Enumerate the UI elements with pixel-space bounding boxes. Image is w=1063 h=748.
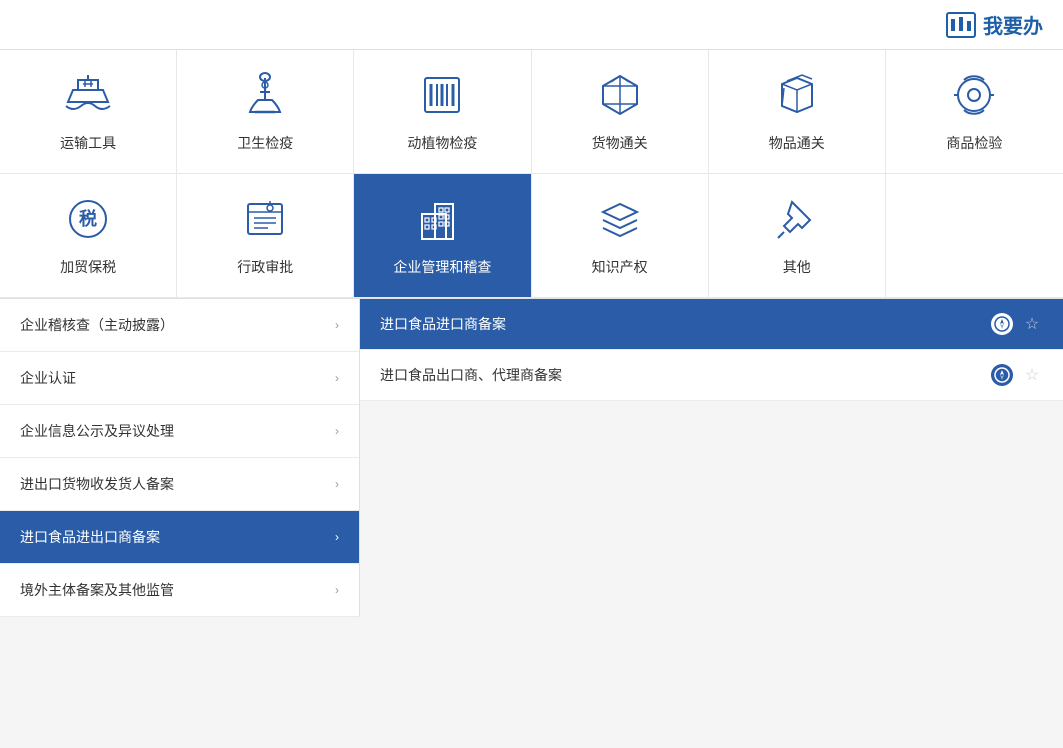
compass-icon-1[interactable] bbox=[991, 313, 1013, 335]
top-grid: 运输工具 卫生检疫 动植物检疫 bbox=[0, 50, 1063, 299]
transport-label: 运输工具 bbox=[60, 133, 116, 153]
tax-icon: 税 bbox=[63, 194, 113, 247]
menu-item-overseas[interactable]: 境外主体备案及其他监管 › bbox=[0, 564, 359, 617]
right-content: 进口食品进口商备案 ☆ 进口食品出口商、代理商备案 bbox=[360, 299, 1063, 617]
grid-cell-health[interactable]: 卫生检疫 bbox=[177, 50, 354, 174]
menu-item-cert[interactable]: 企业认证 › bbox=[0, 352, 359, 405]
health-label: 卫生检疫 bbox=[237, 133, 293, 153]
menu-item-audit[interactable]: 企业稽核查（主动披露） › bbox=[0, 299, 359, 352]
grid-cell-admin[interactable]: 行政审批 bbox=[177, 174, 354, 298]
menu-item-filing[interactable]: 进出口货物收发货人备案 › bbox=[0, 458, 359, 511]
enterprise-label: 企业管理和稽查 bbox=[393, 257, 491, 277]
bottom-section: 企业稽核查（主动披露） › 企业认证 › 企业信息公示及异议处理 › 进出口货物… bbox=[0, 299, 1063, 617]
tax-label: 加贸保税 bbox=[60, 257, 116, 277]
animal-plant-label: 动植物检疫 bbox=[407, 133, 477, 153]
pin-icon bbox=[772, 194, 822, 247]
svg-text:税: 税 bbox=[79, 208, 97, 229]
star-icon-1[interactable]: ☆ bbox=[1021, 313, 1043, 335]
chevron-icon-cert: › bbox=[335, 371, 339, 385]
microscope-icon bbox=[240, 70, 290, 123]
admin-label: 行政审批 bbox=[237, 257, 293, 277]
chevron-icon-overseas: › bbox=[335, 583, 339, 597]
item-actions-1: ☆ bbox=[991, 313, 1043, 335]
other-label: 其他 bbox=[783, 257, 811, 277]
grid-cell-transport[interactable]: 运输工具 bbox=[0, 50, 177, 174]
grid-cell-enterprise[interactable]: 企业管理和稽查 bbox=[354, 174, 531, 298]
star-icon-2[interactable]: ☆ bbox=[1021, 364, 1043, 386]
logo-text: 我要办 bbox=[983, 10, 1043, 39]
grid-cell-cargo-customs[interactable]: 货物通关 bbox=[532, 50, 709, 174]
grid-cell-animal-plant[interactable]: 动植物检疫 bbox=[354, 50, 531, 174]
left-menu: 企业稽核查（主动披露） › 企业认证 › 企业信息公示及异议处理 › 进出口货物… bbox=[0, 299, 360, 617]
eye-scan-icon bbox=[949, 70, 999, 123]
logo-icon bbox=[945, 11, 977, 39]
goods-customs-label: 物品通关 bbox=[769, 133, 825, 153]
grid-cell-inspection[interactable]: 商品检验 bbox=[886, 50, 1063, 174]
compass-icon-2[interactable] bbox=[991, 364, 1013, 386]
food-import-reg-label: 进口食品进口商备案 bbox=[380, 314, 506, 334]
content-item-food-import-reg[interactable]: 进口食品进口商备案 ☆ bbox=[360, 299, 1063, 350]
header: 我要办 bbox=[0, 0, 1063, 50]
grid-cell-goods-customs[interactable]: 物品通关 bbox=[709, 50, 886, 174]
layers-icon bbox=[595, 194, 645, 247]
grid-cell-ip[interactable]: 知识产权 bbox=[532, 174, 709, 298]
menu-item-info[interactable]: 企业信息公示及异议处理 › bbox=[0, 405, 359, 458]
box-icon bbox=[595, 70, 645, 123]
cargo-customs-label: 货物通关 bbox=[592, 133, 648, 153]
chevron-icon-food: › bbox=[335, 530, 339, 544]
barcode-icon bbox=[417, 70, 467, 123]
item-actions-2: ☆ bbox=[991, 364, 1043, 386]
building-icon bbox=[417, 194, 467, 247]
content-item-food-export-reg[interactable]: 进口食品出口商、代理商备案 ☆ bbox=[360, 350, 1063, 401]
inspection-label: 商品检验 bbox=[946, 133, 1002, 153]
ip-label: 知识产权 bbox=[592, 257, 648, 277]
chevron-icon-filing: › bbox=[335, 477, 339, 491]
chevron-icon-audit: › bbox=[335, 318, 339, 332]
chevron-icon-info: › bbox=[335, 424, 339, 438]
grid-cell-empty bbox=[886, 174, 1063, 298]
ship-icon bbox=[63, 70, 113, 123]
grid-cell-tax[interactable]: 税 加贸保税 bbox=[0, 174, 177, 298]
cube-icon bbox=[772, 70, 822, 123]
grid-cell-other[interactable]: 其他 bbox=[709, 174, 886, 298]
menu-item-food-import[interactable]: 进口食品进出口商备案 › bbox=[0, 511, 359, 564]
food-export-reg-label: 进口食品出口商、代理商备案 bbox=[380, 365, 562, 385]
admin-icon bbox=[240, 194, 290, 247]
logo: 我要办 bbox=[945, 10, 1043, 39]
